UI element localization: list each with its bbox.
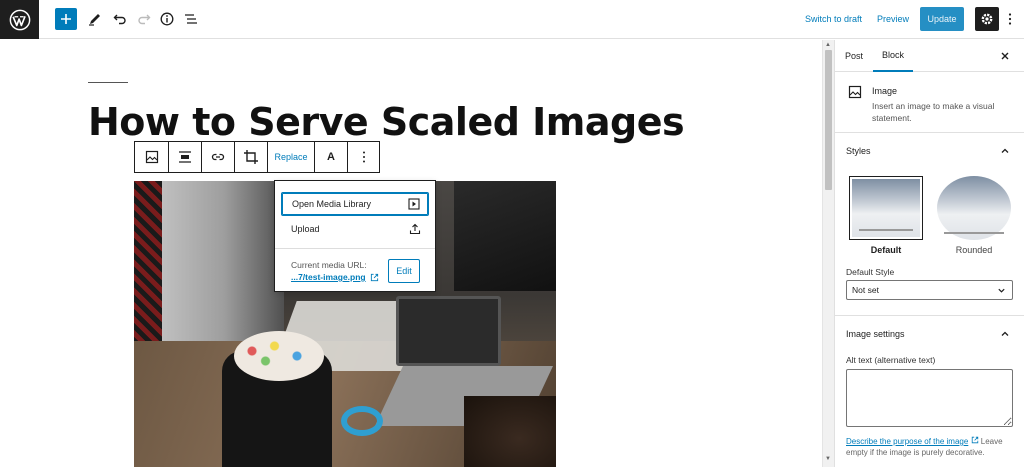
media-icon bbox=[408, 198, 420, 210]
redo-icon bbox=[138, 14, 151, 25]
close-sidebar-button[interactable] bbox=[1000, 50, 1010, 64]
photo-markers bbox=[234, 331, 324, 381]
style-preview-default bbox=[852, 179, 920, 237]
block-toolbar: Replace A bbox=[134, 141, 380, 173]
undo-icon bbox=[113, 14, 126, 25]
alt-text-help-link[interactable]: Describe the purpose of the image bbox=[846, 437, 968, 446]
photo-tape bbox=[341, 406, 383, 436]
upload-icon bbox=[409, 223, 421, 235]
alt-text-label: Alt text (alternative text) bbox=[846, 355, 936, 365]
photo-curtain bbox=[134, 181, 162, 351]
image-settings-panel: Image settings Alt text (alternative tex… bbox=[835, 317, 1024, 467]
photo-lamp bbox=[454, 181, 556, 291]
update-button[interactable]: Update bbox=[920, 7, 964, 31]
list-view-icon bbox=[185, 14, 197, 24]
open-media-library-item[interactable]: Open Media Library bbox=[281, 192, 429, 216]
settings-sidebar: Post Block Image Insert an image to make… bbox=[834, 40, 1024, 467]
vertical-ellipsis-icon bbox=[362, 151, 365, 163]
info-icon bbox=[160, 12, 174, 26]
settings-button[interactable] bbox=[975, 7, 999, 31]
close-icon bbox=[1001, 52, 1009, 60]
vertical-ellipsis-icon bbox=[1008, 13, 1012, 25]
scroll-up-arrow-icon[interactable]: ▲ bbox=[825, 42, 831, 48]
list-view-button[interactable] bbox=[182, 8, 200, 30]
gear-icon bbox=[981, 13, 993, 25]
canvas-scrollbar[interactable]: ▲ ▼ bbox=[822, 40, 834, 467]
scroll-down-arrow-icon[interactable]: ▼ bbox=[825, 456, 831, 462]
block-card-title: Image bbox=[872, 86, 898, 96]
default-style-value: Not set bbox=[852, 285, 879, 295]
preview-link[interactable]: Preview bbox=[877, 14, 909, 24]
styles-panel: Styles Default Rounded Default Style Not… bbox=[835, 134, 1024, 316]
wordpress-icon bbox=[9, 9, 30, 30]
undo-button[interactable] bbox=[111, 8, 129, 30]
chevron-up-icon[interactable] bbox=[1000, 146, 1010, 156]
menu-divider bbox=[275, 248, 435, 249]
align-center-icon bbox=[179, 151, 191, 163]
image-icon bbox=[848, 85, 862, 99]
current-media-url-text: ...7/test-image.png bbox=[291, 272, 366, 282]
replace-dropdown: Open Media Library Upload Current media … bbox=[274, 180, 436, 292]
tab-block[interactable]: Block bbox=[873, 40, 913, 72]
image-settings-toggle[interactable]: Image settings bbox=[846, 329, 905, 339]
style-label-rounded: Rounded bbox=[955, 245, 993, 255]
link-icon bbox=[211, 153, 225, 161]
redo-button[interactable] bbox=[135, 8, 153, 30]
alt-text-input[interactable] bbox=[846, 369, 1013, 427]
alt-text-help: Describe the purpose of the image Leave … bbox=[846, 436, 1018, 458]
replace-button[interactable]: Replace bbox=[268, 142, 315, 172]
tab-post[interactable]: Post bbox=[845, 40, 863, 72]
photo-plant bbox=[464, 396, 556, 467]
editor-header: Switch to draft Preview Update bbox=[0, 0, 1024, 39]
post-title[interactable]: How to Serve Scaled Images bbox=[88, 100, 685, 144]
wordpress-logo[interactable] bbox=[0, 0, 39, 39]
options-button[interactable] bbox=[1007, 12, 1013, 31]
current-media-url-link[interactable]: ...7/test-image.png bbox=[291, 272, 379, 282]
upload-item[interactable]: Upload bbox=[281, 217, 429, 241]
sidebar-tabs: Post Block bbox=[835, 40, 1024, 72]
edit-url-button[interactable]: Edit bbox=[388, 259, 420, 283]
default-style-label: Default Style bbox=[846, 267, 895, 277]
add-block-button[interactable] bbox=[55, 8, 77, 30]
text-overlay-button[interactable]: A bbox=[315, 142, 348, 172]
style-preview-rounded bbox=[937, 176, 1011, 240]
scroll-thumb[interactable] bbox=[825, 50, 832, 190]
align-button[interactable] bbox=[169, 142, 202, 172]
plus-icon bbox=[61, 14, 71, 24]
separator-block bbox=[88, 82, 128, 83]
style-option-default[interactable] bbox=[849, 176, 923, 240]
current-media-url-label: Current media URL: bbox=[291, 260, 367, 270]
chevron-down-icon bbox=[998, 288, 1005, 293]
image-icon bbox=[145, 150, 158, 164]
photo-laptop bbox=[396, 296, 501, 366]
details-button[interactable] bbox=[158, 8, 176, 30]
switch-to-draft-link[interactable]: Switch to draft bbox=[805, 14, 862, 24]
upload-label: Upload bbox=[291, 224, 320, 234]
external-link-icon bbox=[370, 273, 378, 281]
open-media-library-label: Open Media Library bbox=[292, 199, 372, 209]
crop-icon bbox=[244, 150, 258, 164]
block-card: Image Insert an image to make a visual s… bbox=[835, 73, 1024, 133]
styles-panel-toggle[interactable]: Styles bbox=[846, 146, 871, 156]
crop-button[interactable] bbox=[235, 142, 268, 172]
style-option-rounded[interactable] bbox=[937, 176, 1011, 240]
more-options-button[interactable] bbox=[348, 142, 379, 172]
insert-link-button[interactable] bbox=[202, 142, 235, 172]
default-style-select[interactable]: Not set bbox=[846, 280, 1013, 300]
external-link-icon bbox=[971, 436, 978, 444]
change-block-type-button[interactable] bbox=[135, 142, 169, 172]
style-label-default: Default bbox=[870, 245, 902, 255]
tools-button[interactable] bbox=[86, 8, 104, 30]
chevron-up-icon[interactable] bbox=[1000, 329, 1010, 339]
block-card-description: Insert an image to make a visual stateme… bbox=[872, 101, 995, 123]
pencil-icon bbox=[89, 14, 100, 26]
